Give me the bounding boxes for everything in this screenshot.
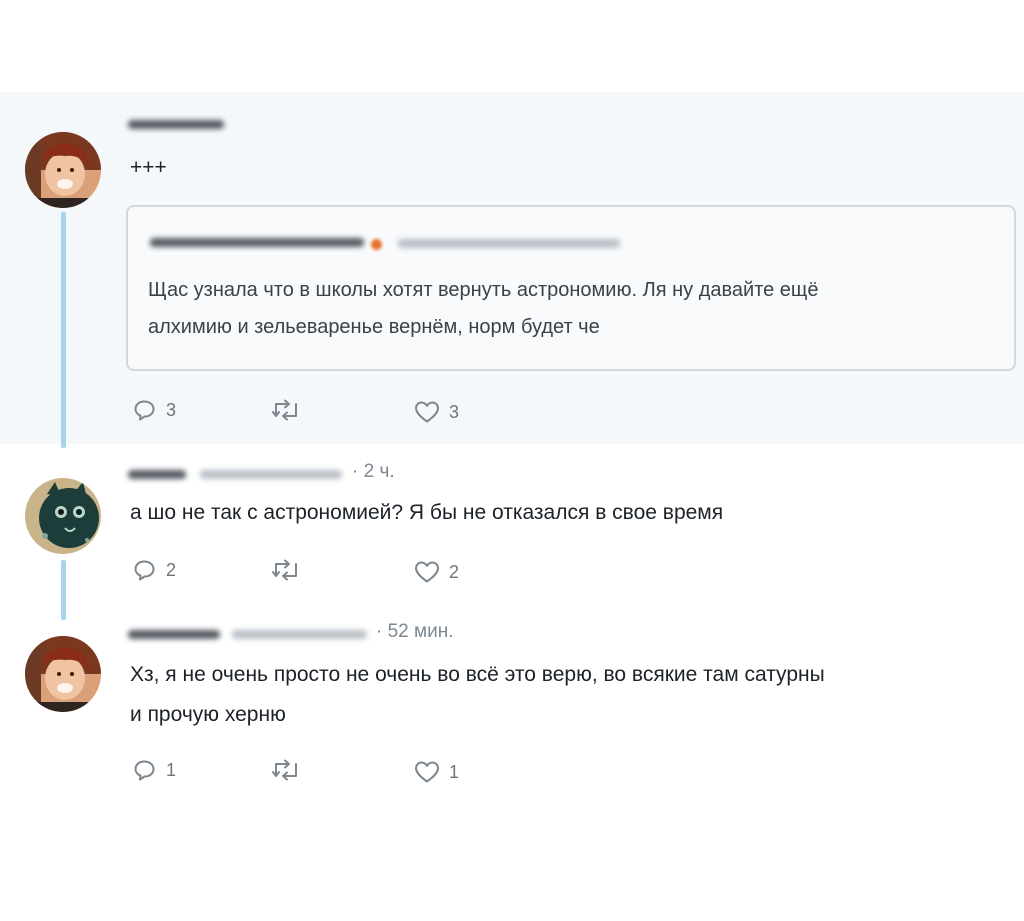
author-handle[interactable] (232, 630, 367, 639)
reply-count: 2 (166, 559, 177, 580)
heart-icon (414, 400, 440, 424)
reply-button[interactable]: 1 (133, 758, 176, 782)
avatar[interactable] (25, 132, 101, 208)
verified-badge-icon (371, 239, 382, 250)
quoted-tweet[interactable]: Щас узнала что в школы хотят вернуть аст… (126, 205, 1016, 371)
like-button[interactable]: 2 (414, 560, 459, 584)
thread-connector-line (61, 212, 66, 448)
reply-button[interactable]: 3 (133, 398, 176, 422)
author-name[interactable] (128, 120, 224, 129)
retweet-button[interactable] (272, 559, 309, 581)
speech-bubble-icon (133, 558, 157, 582)
quoted-tweet-text: Щас узнала что в школы хотят вернуть аст… (148, 279, 819, 338)
reply-count: 1 (166, 759, 177, 780)
tweet-thread: +++ Щас узнала что в школы хотят вернуть… (0, 0, 1024, 921)
reply-button[interactable]: 2 (133, 558, 176, 582)
heart-icon (414, 760, 440, 784)
reply-count: 3 (166, 399, 177, 420)
tweet-time[interactable]: · 52 мин. (376, 621, 453, 643)
thread-connector-line (61, 560, 66, 620)
avatar[interactable] (25, 478, 101, 554)
like-count: 3 (449, 401, 460, 422)
tweet-text: Хз, я не очень просто не очень во всё эт… (130, 663, 825, 726)
author-handle[interactable] (200, 470, 342, 479)
like-count: 1 (449, 761, 460, 782)
tweet-text: а шо не так с астрономией? Я бы не отказ… (130, 501, 724, 524)
quoted-author-name (150, 238, 364, 247)
author-name[interactable] (128, 470, 186, 479)
heart-icon (414, 560, 440, 584)
avatar[interactable] (25, 636, 101, 712)
author-name[interactable] (128, 630, 220, 639)
speech-bubble-icon (133, 398, 157, 422)
like-button[interactable]: 1 (414, 760, 459, 784)
retweet-button[interactable] (272, 399, 309, 421)
retweet-arrows-icon (272, 559, 300, 581)
tweet-text: +++ (130, 156, 167, 179)
retweet-arrows-icon (272, 399, 300, 421)
quoted-author-handle (398, 239, 620, 248)
retweet-button[interactable] (272, 759, 309, 781)
like-button[interactable]: 3 (414, 400, 459, 424)
speech-bubble-icon (133, 758, 157, 782)
tweet-time[interactable]: · 2 ч. (352, 461, 395, 483)
like-count: 2 (449, 561, 460, 582)
retweet-arrows-icon (272, 759, 300, 781)
